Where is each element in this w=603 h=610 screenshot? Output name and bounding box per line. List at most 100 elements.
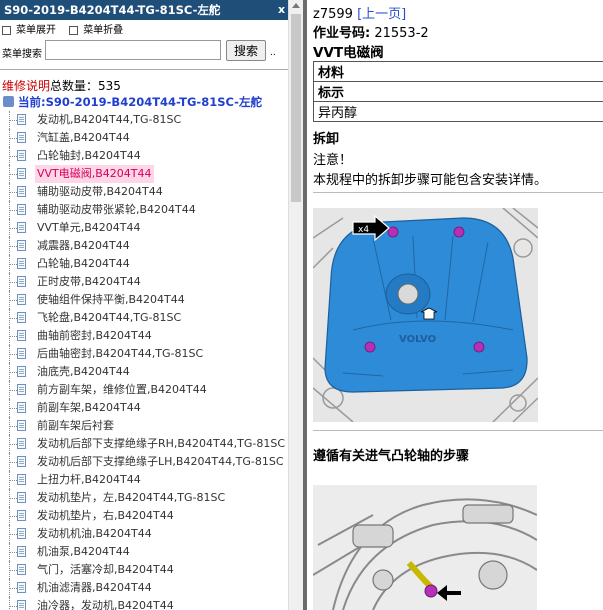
document-icon [17,420,26,431]
current-path-label: 当前:S90-2019-B4204T44-TG-81SC-左舵 [18,95,262,109]
search-button[interactable]: 搜索 [226,40,266,61]
tree-item[interactable]: 上扭力杆,B4204T44 [0,471,288,489]
scrollbar-thumb[interactable] [291,14,301,202]
tree-item[interactable]: 气门，活塞冷却,B4204T44 [0,561,288,579]
tree-item[interactable]: 曲轴前密封,B4204T44 [0,327,288,345]
tree-item[interactable]: VVT单元,B4204T44 [0,219,288,237]
menu-expand-button[interactable]: 菜单展开 [2,25,56,36]
tree-item[interactable]: 发动机后部下支撑绝缘子RH,B4204T44,TG-81SC [0,435,288,453]
document-icon [17,204,26,215]
tree-item[interactable]: 汽缸盖,B4204T44 [0,129,288,147]
tree-item-label[interactable]: 油冷器，发动机,B4204T44 [37,597,174,610]
tree-line [10,426,17,427]
scroll-up-arrow-icon[interactable] [292,3,300,8]
tree-item[interactable]: 发动机垫片，右,B4204T44 [0,507,288,525]
tree-item-label[interactable]: 前副车架,B4204T44 [37,399,141,417]
search-options-link[interactable]: .. [270,48,276,58]
tree-item-label[interactable]: 油底壳,B4204T44 [37,363,130,381]
tree-item[interactable]: 前方副车架，维修位置,B4204T44 [0,381,288,399]
tree-item-label[interactable]: VVT单元,B4204T44 [37,219,141,237]
tree-item[interactable]: 前副车架后衬套 [0,417,288,435]
tree-item-label[interactable]: 凸轮轴,B4204T44 [37,255,130,273]
tree-item[interactable]: 油底壳,B4204T44 [0,363,288,381]
tree-item[interactable]: 前副车架,B4204T44 [0,399,288,417]
tree-item[interactable]: 凸轮轴封,B4204T44 [0,147,288,165]
tree-item[interactable]: 机油滤清器,B4204T44 [0,579,288,597]
divider [0,69,288,70]
document-icon [17,600,26,610]
tree-item[interactable]: 减震器,B4204T44 [0,237,288,255]
tree-item[interactable]: 飞轮盘,B4204T44,TG-81SC [0,309,288,327]
tree-line [10,336,17,337]
table-cell: 标示 [313,81,603,102]
tree-item[interactable]: 发动机垫片，左,B4204T44,TG-81SC [0,489,288,507]
tree-item-label[interactable]: 前副车架后衬套 [37,417,114,435]
document-icon [17,510,26,521]
document-icon [17,456,26,467]
document-tree: 发动机,B4204T44,TG-81SC 汽缸盖,B4204T44 凸轮轴封,B42… [0,111,288,610]
tree-item-label[interactable]: 发动机后部下支撑绝缘子RH,B4204T44,TG-81SC [37,435,285,453]
tree-line [10,246,17,247]
tree-item[interactable]: 辅助驱动皮带,B4204T44 [0,183,288,201]
camshaft-illustration [313,485,537,610]
tree-item-label[interactable]: 发动机,B4204T44,TG-81SC [37,111,181,129]
tree-item-label[interactable]: 发动机垫片，左,B4204T44,TG-81SC [37,489,225,507]
document-icon [17,240,26,251]
tree-line [10,192,17,193]
tree-item-label[interactable]: 上扭力杆,B4204T44 [37,471,141,489]
table-cell: 材料 [313,61,603,82]
close-pane-icon[interactable]: x [278,0,285,20]
tree-item[interactable]: 正时皮带,B4204T44 [0,273,288,291]
section-heading-removal: 拆卸 [313,132,340,147]
tree-line [10,138,17,139]
tree-item-label[interactable]: 减震器,B4204T44 [37,237,130,255]
tree-item-label[interactable]: 凸轮轴封,B4204T44 [37,147,141,165]
tree-line [10,174,17,175]
model-title-bar: S90-2019-B4204T44-TG-81SC-左舵 x [0,0,288,20]
document-icon [17,384,26,395]
tree-item[interactable]: 发动机,B4204T44,TG-81SC [0,111,288,129]
tree-item[interactable]: 发动机机油,B4204T44 [0,525,288,543]
document-icon [17,312,26,323]
tree-item[interactable]: 凸轮轴,B4204T44 [0,255,288,273]
left-pane-scrollbar[interactable] [288,0,303,610]
tree-item-label[interactable]: 后曲轴密封,B4204T44,TG-81SC [37,345,203,363]
current-path[interactable]: 当前:S90-2019-B4204T44-TG-81SC-左舵 [3,94,262,110]
document-icon [17,366,26,377]
search-input[interactable] [45,40,221,60]
tree-item[interactable]: 使轴组件保持平衡,B4204T44 [0,291,288,309]
tree-item[interactable]: 油冷器，发动机,B4204T44 [0,597,288,610]
tree-item-label[interactable]: 飞轮盘,B4204T44,TG-81SC [37,309,181,327]
tree-line [10,606,17,607]
document-icon [17,528,26,539]
materials-table: 材料 标示 异丙醇 [313,61,603,122]
tree-item[interactable]: 发动机后部下支撑绝缘子LH,B4204T44,TG-81SC [0,453,288,471]
tree-line [10,354,17,355]
checkbox-icon [2,25,11,35]
tree-item-label[interactable]: 辅助驱动皮带张紧轮,B4204T44 [37,201,196,219]
tree-item-label[interactable]: 气门，活塞冷却,B4204T44 [37,561,174,579]
tree-item-label[interactable]: 汽缸盖,B4204T44 [37,129,130,147]
menu-toggle-row: 菜单展开 菜单折叠 [2,24,133,38]
tree-item[interactable]: 辅助驱动皮带张紧轮,B4204T44 [0,201,288,219]
tree-item-label[interactable]: 发动机机油,B4204T44 [37,525,152,543]
tree-item-label[interactable]: VVT电磁阀,B4204T44 [35,165,154,183]
tree-item-label[interactable]: 辅助驱动皮带,B4204T44 [37,183,163,201]
tree-item-label[interactable]: 前方副车架，维修位置,B4204T44 [37,381,207,399]
tree-item-label[interactable]: 发动机后部下支撑绝缘子LH,B4204T44,TG-81SC [37,453,284,471]
tree-line [10,462,17,463]
tree-item-label[interactable]: 使轴组件保持平衡,B4204T44 [37,291,185,309]
tree-line [10,372,17,373]
tree-line [10,282,17,283]
tree-item-label[interactable]: 曲轴前密封,B4204T44 [37,327,152,345]
tree-item-label[interactable]: 机油泵,B4204T44 [37,543,130,561]
menu-collapse-button[interactable]: 菜单折叠 [69,25,123,36]
tree-item-label[interactable]: 机油滤清器,B4204T44 [37,579,152,597]
tree-item[interactable]: 后曲轴密封,B4204T44,TG-81SC [0,345,288,363]
tree-item-label[interactable]: 正时皮带,B4204T44 [37,273,141,291]
previous-page-link[interactable]: [上一页] [357,7,406,22]
tree-item-label[interactable]: 发动机垫片，右,B4204T44 [37,507,174,525]
tree-item[interactable]: 机油泵,B4204T44 [0,543,288,561]
tree-item[interactable]: VVT电磁阀,B4204T44 [0,165,288,183]
divider [313,192,603,193]
